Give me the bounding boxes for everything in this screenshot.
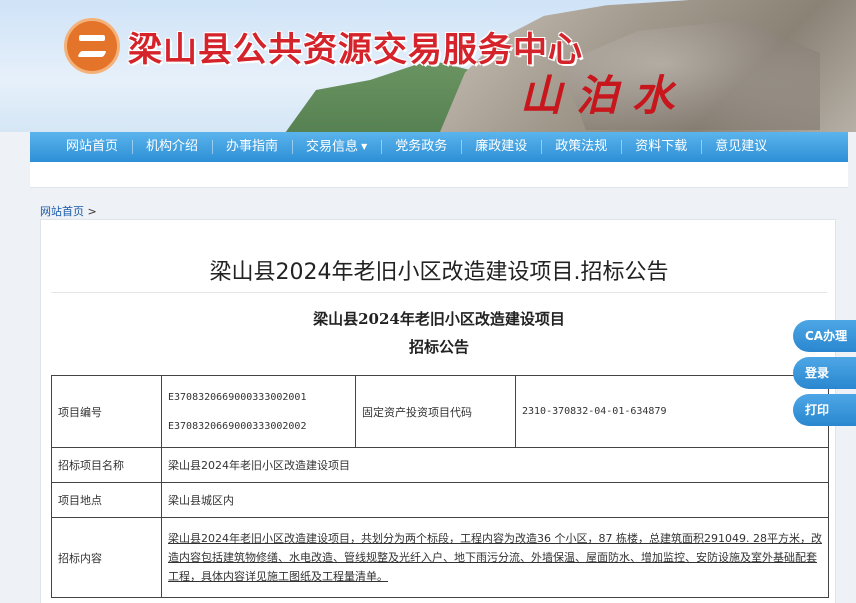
nav-item-party-affairs[interactable]: 党务政务 — [381, 132, 461, 162]
header-banner: 梁山县公共资源交易服务中心 山泊水 — [0, 0, 856, 132]
breadcrumb-separator: > — [87, 205, 97, 218]
project-location-value: 梁山县城区内 — [161, 482, 829, 518]
banner-calligraphy: 山泊水 — [520, 71, 689, 120]
table-row: 招标内容 梁山县2024年老旧小区改造建设项目，共划分为两个标段，工程内容为改造… — [51, 517, 829, 598]
project-info-table: 项目编号 E3708320669000333002001 E3708320669… — [51, 375, 829, 598]
login-button[interactable]: 登录 — [793, 357, 856, 389]
nav-item-guide[interactable]: 办事指南 — [212, 132, 292, 162]
main-nav: 网站首页 机构介绍 办事指南 交易信息 ▼ 党务政务 廉政建设 政策法规 资料下载… — [30, 132, 848, 162]
label-project-number: 项目编号 — [51, 375, 162, 448]
nav-label: 资料下载 — [635, 139, 688, 154]
nav-item-home[interactable]: 网站首页 — [52, 132, 132, 162]
nav-item-feedback[interactable]: 意见建议 — [701, 132, 781, 162]
nav-label: 网站首页 — [66, 139, 119, 154]
title-divider — [51, 292, 827, 293]
breadcrumb: 网站首页 > — [40, 203, 97, 219]
table-row: 项目编号 E3708320669000333002001 E3708320669… — [51, 375, 829, 448]
project-code-2: E3708320669000333002002 — [168, 420, 307, 432]
nav-item-trade-info[interactable]: 交易信息 ▼ — [292, 132, 381, 162]
tender-content-value: 梁山县2024年老旧小区改造建设项目，共划分为两个标段，工程内容为改造36 个小… — [161, 517, 829, 598]
print-button[interactable]: 打印 — [793, 394, 856, 426]
breadcrumb-home-link[interactable]: 网站首页 — [40, 205, 84, 218]
nav-label: 政策法规 — [555, 139, 608, 154]
nav-label: 意见建议 — [715, 139, 768, 154]
nav-label: 办事指南 — [226, 139, 279, 154]
article-panel: 梁山县2024年老旧小区改造建设项目.招标公告 梁山县2024年老旧小区改造建设… — [40, 219, 836, 603]
page-title: 梁山县2024年老旧小区改造建设项目.招标公告 — [209, 260, 669, 285]
project-name-value: 梁山县2024年老旧小区改造建设项目 — [161, 447, 829, 483]
nav-label: 交易信息 — [306, 139, 359, 155]
table-row: 招标项目名称 梁山县2024年老旧小区改造建设项目 — [51, 447, 829, 483]
nav-item-integrity[interactable]: 廉政建设 — [461, 132, 541, 162]
nav-item-downloads[interactable]: 资料下载 — [621, 132, 701, 162]
label-project-name: 招标项目名称 — [51, 447, 162, 483]
project-code-1: E3708320669000333002001 — [168, 391, 307, 403]
article-subtitle-notice: 招标公告 — [408, 338, 469, 356]
nav-item-policy[interactable]: 政策法规 — [541, 132, 621, 162]
nav-label: 党务政务 — [395, 139, 448, 154]
label-project-location: 项目地点 — [51, 482, 162, 518]
label-investment-code: 固定资产投资项目代码 — [355, 375, 516, 448]
subnav-bar — [30, 162, 848, 188]
nav-label: 机构介绍 — [146, 139, 199, 154]
site-title: 梁山县公共资源交易服务中心 — [128, 30, 583, 70]
article-subtitle: 梁山县2024年老旧小区改造建设项目 — [313, 310, 565, 328]
ca-apply-button[interactable]: CA办理 — [793, 320, 856, 352]
caret-down-icon: ▼ — [361, 142, 368, 151]
project-number-cell: E3708320669000333002001 E370832066900033… — [161, 375, 356, 448]
investment-code-value: 2310-370832-04-01-634879 — [515, 375, 829, 448]
site-logo-icon — [64, 18, 120, 74]
label-tender-content: 招标内容 — [51, 517, 162, 598]
nav-label: 廉政建设 — [475, 139, 528, 154]
table-row: 项目地点 梁山县城区内 — [51, 482, 829, 518]
nav-item-about[interactable]: 机构介绍 — [132, 132, 212, 162]
